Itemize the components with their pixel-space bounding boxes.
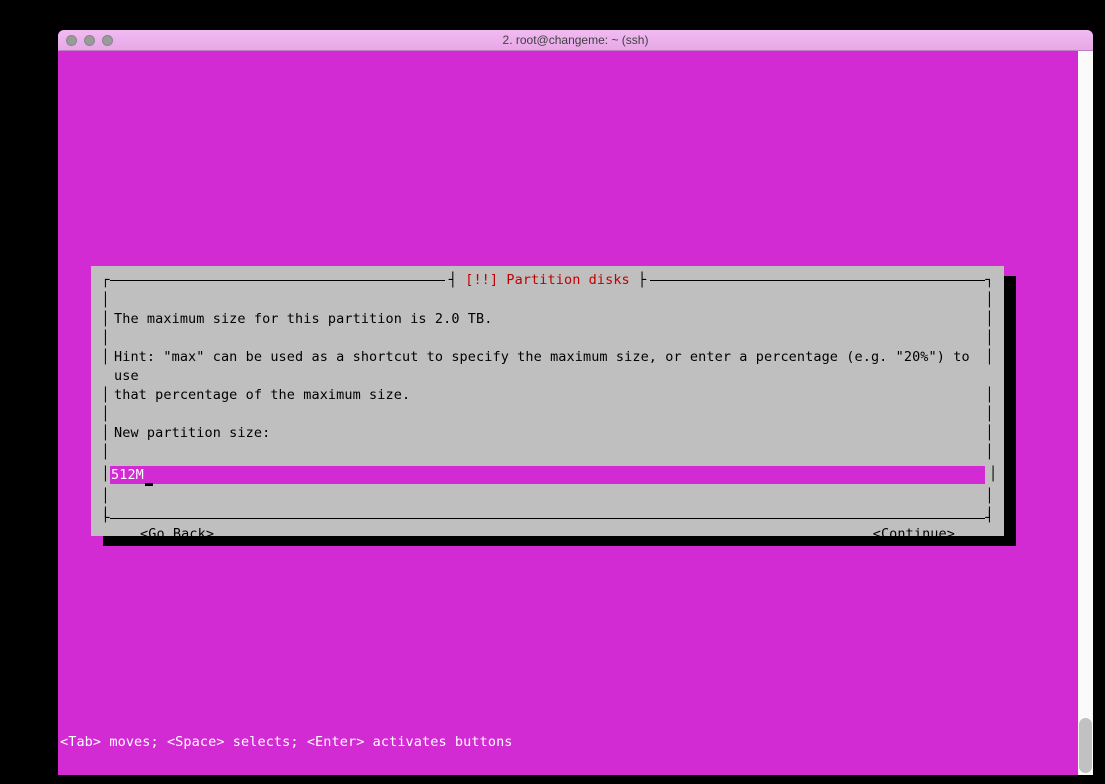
box-pipe: │ — [101, 310, 110, 329]
blank-line — [110, 405, 985, 424]
terminal-area[interactable]: ┌ ┤ [!!] Partition disks ├ ┐ │ │ │ The m… — [58, 51, 1093, 775]
hint-text-2: that percentage of the maximum size. — [110, 386, 985, 405]
window-titlebar: 2. root@changeme: ~ (ssh) — [58, 30, 1093, 51]
box-corner-tl: ┌ — [101, 271, 110, 290]
box-pipe: │ — [101, 487, 110, 506]
traffic-lights — [58, 35, 113, 46]
box-pipe: │ — [985, 386, 994, 405]
box-pipe: │ — [101, 405, 110, 424]
box-pipe: │ — [101, 443, 110, 462]
box-pipe: │ — [985, 329, 994, 348]
dialog-body: │ │ │ The maximum size for this partitio… — [101, 291, 994, 544]
close-window-button[interactable] — [66, 35, 77, 46]
box-line — [650, 280, 985, 281]
box-pipe: │ — [985, 291, 994, 310]
box-pipe: │ — [101, 348, 110, 386]
box-pipe: │ — [985, 310, 994, 329]
partition-dialog: ┌ ┤ [!!] Partition disks ├ ┐ │ │ │ The m… — [91, 266, 1004, 536]
hint-text-1: Hint: "max" can be used as a shortcut to… — [110, 348, 985, 386]
dialog-border-bottom: └ ┘ — [101, 509, 994, 528]
box-pipe: │ — [101, 465, 110, 484]
window-title: 2. root@changeme: ~ (ssh) — [58, 33, 1093, 47]
box-pipe: │ — [101, 386, 110, 405]
blank-line — [110, 487, 985, 506]
blank-line — [110, 291, 985, 310]
box-pipe: │ — [985, 465, 994, 484]
box-corner-bl: └ — [101, 509, 110, 528]
terminal-window: 2. root@changeme: ~ (ssh) ┌ ┤ [!!] Parti… — [58, 30, 1093, 775]
partition-size-input[interactable]: 512M — [110, 466, 985, 484]
box-pipe: │ — [985, 348, 994, 386]
prompt-text: New partition size: — [110, 424, 985, 443]
box-line — [110, 280, 445, 281]
dialog-title: ┤ [!!] Partition disks ├ — [445, 271, 651, 290]
blank-line — [110, 329, 985, 348]
scrollbar-thumb[interactable] — [1079, 718, 1092, 773]
dialog-title-prefix: [!!] — [465, 272, 498, 288]
text-cursor — [145, 483, 153, 486]
box-pipe: │ — [985, 424, 994, 443]
box-pipe: │ — [101, 424, 110, 443]
scrollbar-track[interactable] — [1078, 51, 1093, 775]
box-pipe: │ — [985, 405, 994, 424]
dialog-border-top: ┌ ┤ [!!] Partition disks ├ ┐ — [101, 271, 994, 290]
box-pipe: │ — [101, 329, 110, 348]
dialog-title-text: Partition disks — [506, 272, 629, 288]
blank-line — [110, 443, 985, 462]
box-corner-tr: ┐ — [985, 271, 994, 290]
status-bar: <Tab> moves; <Space> selects; <Enter> ac… — [60, 734, 513, 750]
box-pipe: │ — [985, 443, 994, 462]
box-line — [110, 518, 985, 519]
max-size-text: The maximum size for this partition is 2… — [110, 310, 985, 329]
input-value: 512M — [111, 467, 144, 483]
box-corner-br: ┘ — [985, 509, 994, 528]
box-pipe: │ — [101, 291, 110, 310]
zoom-window-button[interactable] — [102, 35, 113, 46]
box-pipe: │ — [985, 487, 994, 506]
minimize-window-button[interactable] — [84, 35, 95, 46]
